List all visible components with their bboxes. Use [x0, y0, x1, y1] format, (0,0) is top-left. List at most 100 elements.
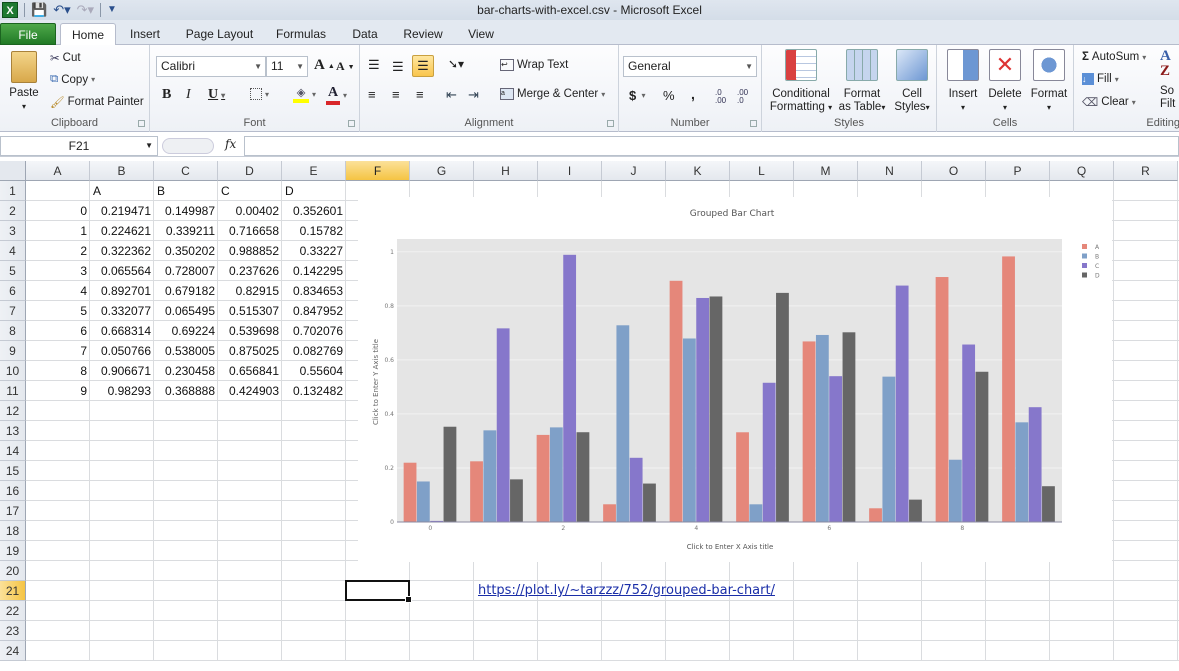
legend-label-D[interactable]: D [1095, 273, 1100, 280]
row-header-5[interactable]: 5 [0, 261, 26, 281]
column-header-H[interactable]: H [474, 161, 538, 181]
cell-A9[interactable]: 7 [26, 341, 90, 361]
percent-button[interactable]: % [663, 88, 675, 103]
cell-D7[interactable]: 0.515307 [218, 301, 282, 321]
bar-D-0[interactable] [443, 426, 457, 522]
comma-button[interactable]: , [691, 86, 695, 102]
cell-E1[interactable]: D [282, 181, 346, 201]
plotly-chart-hyperlink[interactable]: https://plot.ly/~tarzzz/752/grouped-bar-… [478, 583, 775, 598]
cell-E11[interactable]: 0.132482 [282, 381, 346, 401]
sort-filter-button[interactable]: AZ So Filt [1160, 49, 1179, 111]
cell-E5[interactable]: 0.142295 [282, 261, 346, 281]
cell-D4[interactable]: 0.988852 [218, 241, 282, 261]
autosum-button[interactable]: Σ AutoSum ▾ [1082, 51, 1146, 63]
underline-button[interactable]: U ▾ [208, 87, 225, 103]
format-cells-button[interactable]: Format ▾ [1027, 49, 1071, 114]
cell-C8[interactable]: 0.69224 [154, 321, 218, 341]
formula-input[interactable] [244, 136, 1179, 156]
bar-D-4[interactable] [709, 296, 723, 522]
column-header-D[interactable]: D [218, 161, 282, 181]
legend-label-C[interactable]: C [1095, 263, 1099, 270]
row-header-8[interactable]: 8 [0, 321, 26, 341]
bar-C-8[interactable] [962, 344, 976, 522]
select-all-button[interactable] [0, 161, 26, 181]
y-axis-title[interactable]: Click to Enter Y Axis title [372, 339, 380, 425]
cell-C1[interactable]: B [154, 181, 218, 201]
name-box[interactable]: F21 ▼ [0, 136, 158, 156]
bar-C-2[interactable] [563, 254, 577, 522]
cell-E2[interactable]: 0.352601 [282, 201, 346, 221]
bar-B-5[interactable] [749, 504, 763, 522]
bar-D-2[interactable] [576, 432, 590, 522]
increase-decimal-button[interactable]: .0 .00 [715, 89, 733, 105]
cut-button[interactable]: ✂ Cut [50, 51, 81, 65]
bar-C-7[interactable] [895, 285, 909, 522]
row-header-15[interactable]: 15 [0, 461, 26, 481]
cell-B5[interactable]: 0.065564 [90, 261, 154, 281]
tab-page-layout[interactable]: Page Layout [182, 23, 257, 45]
dialog-launcher-icon[interactable] [750, 120, 757, 127]
bar-B-2[interactable] [549, 427, 563, 522]
cell-A10[interactable]: 8 [26, 361, 90, 381]
bar-A-5[interactable] [736, 432, 749, 522]
column-header-R[interactable]: R [1114, 161, 1178, 181]
row-header-13[interactable]: 13 [0, 421, 26, 441]
bar-D-9[interactable] [1042, 486, 1055, 522]
column-header-N[interactable]: N [858, 161, 922, 181]
cell-B7[interactable]: 0.332077 [90, 301, 154, 321]
row-header-18[interactable]: 18 [0, 521, 26, 541]
paste-button[interactable]: Paste ▾ [4, 49, 44, 113]
bar-D-7[interactable] [909, 499, 922, 522]
cell-D5[interactable]: 0.237626 [218, 261, 282, 281]
bar-B-7[interactable] [882, 376, 896, 522]
cell-D10[interactable]: 0.656841 [218, 361, 282, 381]
tab-view[interactable]: View [461, 23, 501, 45]
cell-B8[interactable]: 0.668314 [90, 321, 154, 341]
bar-A-4[interactable] [669, 280, 683, 522]
bar-D-8[interactable] [975, 371, 989, 522]
bar-C-1[interactable] [496, 328, 510, 522]
cell-A3[interactable]: 1 [26, 221, 90, 241]
column-header-Q[interactable]: Q [1050, 161, 1114, 181]
cell-C9[interactable]: 0.538005 [154, 341, 218, 361]
bar-B-6[interactable] [815, 334, 829, 522]
currency-button[interactable]: $ ▾ [629, 88, 645, 103]
insert-cells-button[interactable]: Insert ▾ [943, 49, 983, 114]
increase-indent-button[interactable]: ⇥ [468, 87, 479, 103]
align-right-button[interactable]: ≡ [416, 87, 424, 102]
tab-home[interactable]: Home [60, 23, 116, 46]
bar-B-8[interactable] [948, 459, 962, 522]
bar-C-4[interactable] [696, 297, 710, 522]
cell-C7[interactable]: 0.065495 [154, 301, 218, 321]
cell-E7[interactable]: 0.847952 [282, 301, 346, 321]
dialog-launcher-icon[interactable] [138, 120, 145, 127]
font-color-button[interactable]: A ▾ [326, 85, 347, 105]
legend-label-A[interactable]: A [1095, 244, 1100, 251]
row-header-19[interactable]: 19 [0, 541, 26, 561]
row-header-9[interactable]: 9 [0, 341, 26, 361]
legend-swatch-A[interactable] [1082, 244, 1087, 249]
bar-C-5[interactable] [762, 382, 776, 522]
bar-A-7[interactable] [869, 508, 882, 522]
cell-C4[interactable]: 0.350202 [154, 241, 218, 261]
align-bottom-button[interactable]: ☰ [412, 55, 434, 77]
orientation-button[interactable]: ➘▾ [448, 57, 464, 71]
x-axis-title[interactable]: Click to Enter X Axis title [687, 543, 774, 551]
cell-styles-button[interactable]: Cell Styles▾ [890, 49, 934, 114]
chart-title[interactable]: Grouped Bar Chart [690, 209, 775, 219]
cell-A11[interactable]: 9 [26, 381, 90, 401]
column-header-F[interactable]: F [346, 161, 410, 181]
shrink-font-button[interactable]: A ▼ [336, 59, 355, 74]
bar-A-0[interactable] [403, 462, 417, 522]
bar-A-6[interactable] [802, 341, 816, 522]
column-header-L[interactable]: L [730, 161, 794, 181]
borders-button[interactable]: ▾ [250, 88, 269, 100]
insert-function-button[interactable]: fx [225, 137, 236, 151]
bar-A-8[interactable] [935, 277, 949, 522]
row-header-7[interactable]: 7 [0, 301, 26, 321]
bar-A-9[interactable] [1002, 256, 1015, 522]
tab-formulas[interactable]: Formulas [272, 23, 330, 45]
dialog-launcher-icon[interactable] [348, 120, 355, 127]
formula-expand-handle[interactable] [162, 138, 214, 154]
bar-B-4[interactable] [682, 338, 696, 522]
